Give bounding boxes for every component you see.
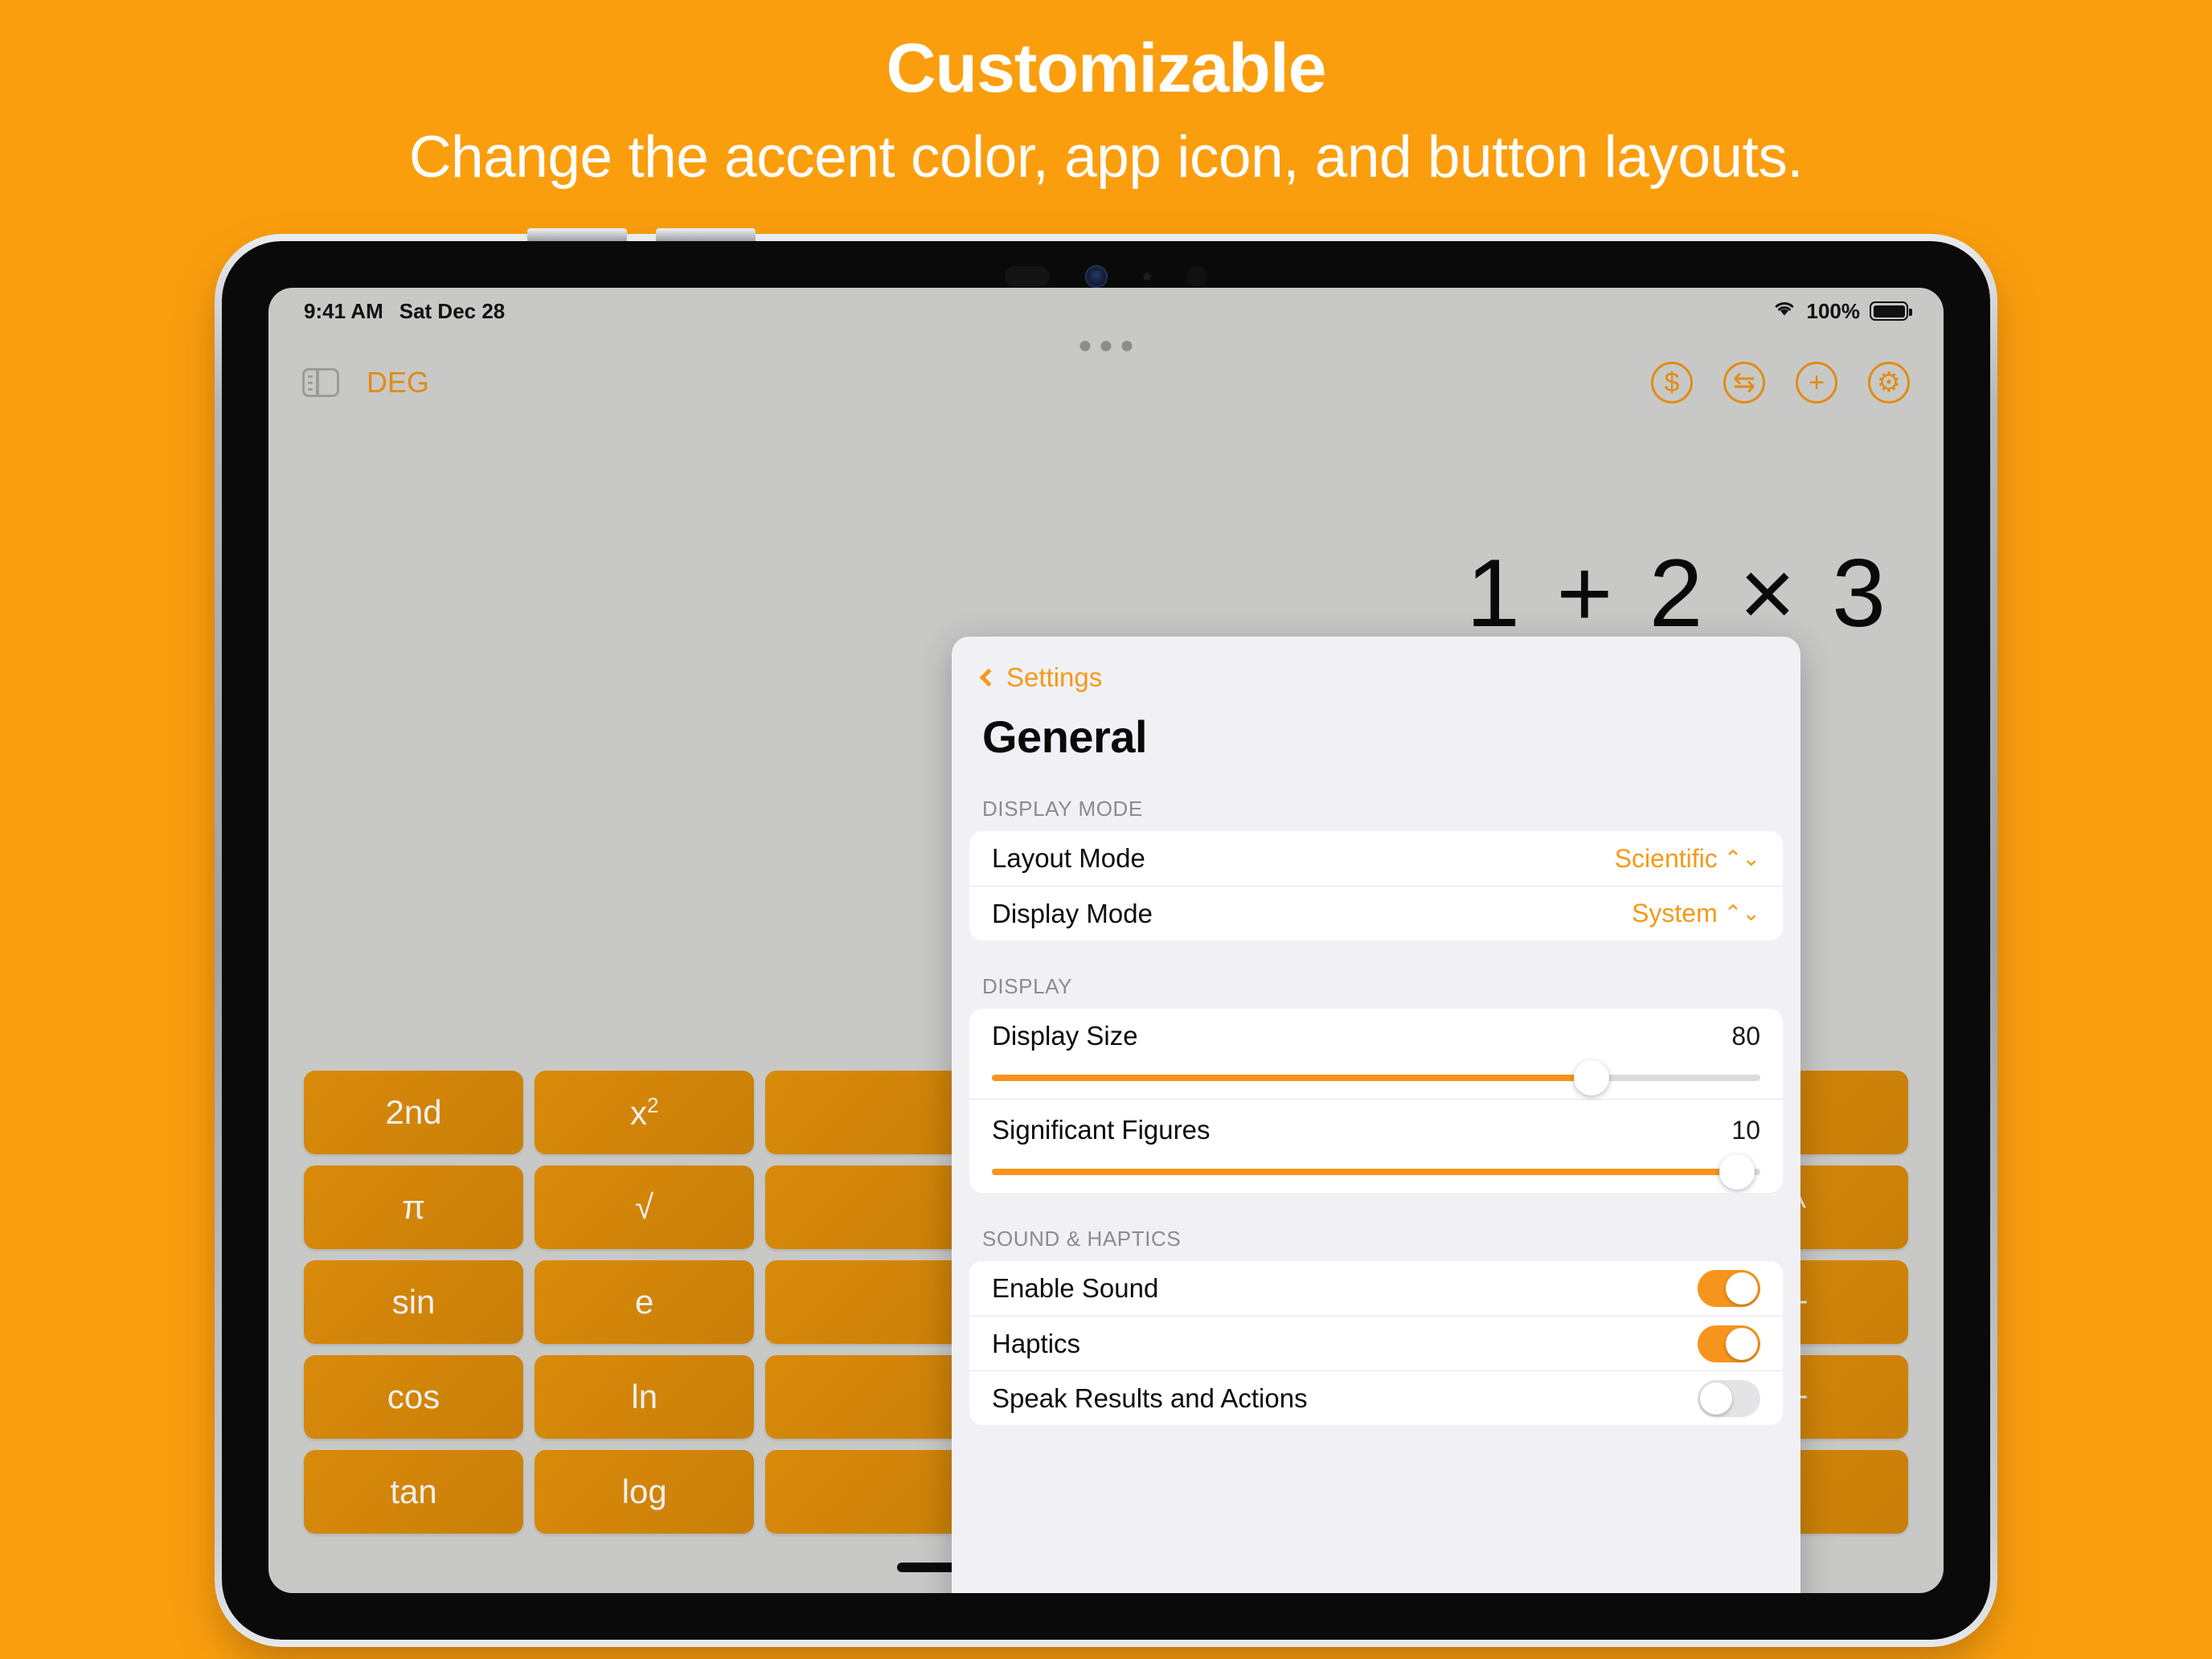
battery-icon xyxy=(1870,301,1912,321)
slider-track[interactable] xyxy=(992,1154,1760,1190)
status-bar: 9:41 AM Sat Dec 28 100% xyxy=(268,288,1944,334)
slider-fill xyxy=(992,1169,1738,1175)
face-id-sensor-icon xyxy=(1186,266,1207,287)
row-label: Speak Results and Actions xyxy=(992,1382,1308,1413)
toggle-speak-results[interactable] xyxy=(1698,1379,1760,1417)
key-e[interactable]: e xyxy=(535,1260,755,1344)
ipad-device: 9:41 AM Sat Dec 28 100% DEG $ ⇆ + ⚙ 1 + … xyxy=(215,228,1997,1647)
key-sqrt[interactable]: √ xyxy=(535,1165,755,1249)
promo-subtitle: Change the accent color, app icon, and b… xyxy=(408,125,1804,190)
back-button-label: Settings xyxy=(1006,662,1103,692)
toggle-enable-sound[interactable] xyxy=(1698,1270,1760,1307)
display-mode-card: Layout Mode Scientific ⌃⌄ Display Mode S… xyxy=(969,831,1783,940)
status-date: Sat Dec 28 xyxy=(399,298,506,323)
plus-icon[interactable]: + xyxy=(1796,362,1837,403)
section-header-display: DISPLAY xyxy=(982,974,1073,998)
slider-knob[interactable] xyxy=(1719,1154,1755,1190)
app-toolbar: DEG $ ⇆ + ⚙ xyxy=(268,346,1944,420)
slider-track[interactable] xyxy=(992,1060,1760,1096)
display-card: Display Size 80 Significant Figures 10 xyxy=(969,1009,1783,1193)
slider-value: 80 xyxy=(1731,1021,1760,1051)
gear-icon[interactable]: ⚙ xyxy=(1868,362,1910,403)
key-pi[interactable]: π xyxy=(304,1165,524,1249)
row-speak-results[interactable]: Speak Results and Actions xyxy=(969,1370,1783,1425)
front-camera-icon xyxy=(1085,265,1108,288)
slider-label: Display Size xyxy=(992,1021,1138,1051)
section-header-sound-haptics: SOUND & HAPTICS xyxy=(982,1227,1182,1251)
row-value-group[interactable]: System ⌃⌄ xyxy=(1632,899,1760,928)
key-cos[interactable]: cos xyxy=(304,1355,524,1439)
row-enable-sound[interactable]: Enable Sound xyxy=(969,1261,1783,1316)
ambient-sensor-icon xyxy=(1143,272,1151,281)
page-title: General xyxy=(982,711,1148,762)
convert-arrows-icon[interactable]: ⇆ xyxy=(1723,362,1765,403)
sound-haptics-card: Enable Sound Haptics Speak Results and A… xyxy=(969,1261,1783,1425)
row-label: Layout Mode xyxy=(992,843,1145,873)
chevron-left-icon xyxy=(979,668,998,687)
slider-value: 10 xyxy=(1731,1115,1760,1145)
row-value: System xyxy=(1632,899,1718,928)
key-tan[interactable]: tan xyxy=(304,1450,524,1534)
chevron-up-down-icon: ⌃⌄ xyxy=(1723,846,1760,870)
row-haptics[interactable]: Haptics xyxy=(969,1316,1783,1370)
promo-header: Customizable Change the accent color, ap… xyxy=(0,0,2212,191)
volume-down-button[interactable] xyxy=(656,228,756,241)
row-layout-mode[interactable]: Layout Mode Scientific ⌃⌄ xyxy=(969,831,1783,886)
ipad-screen: 9:41 AM Sat Dec 28 100% DEG $ ⇆ + ⚙ 1 + … xyxy=(268,288,1944,1593)
row-label: Display Mode xyxy=(992,898,1153,928)
promo-title: Customizable xyxy=(886,30,1326,107)
chevron-up-down-icon: ⌃⌄ xyxy=(1723,901,1760,925)
row-label: Haptics xyxy=(992,1328,1081,1358)
key-log[interactable]: log xyxy=(535,1450,755,1534)
battery-percent: 100% xyxy=(1806,298,1861,323)
key-sin[interactable]: sin xyxy=(304,1260,524,1344)
back-button[interactable]: Settings xyxy=(952,662,1800,693)
dollar-icon[interactable]: $ xyxy=(1651,362,1693,403)
row-label: Enable Sound xyxy=(992,1273,1159,1303)
slider-fill xyxy=(992,1075,1591,1081)
key-x-squared[interactable]: x2 xyxy=(535,1071,755,1154)
key-2nd[interactable]: 2nd xyxy=(304,1071,524,1154)
sensor-lozenge-icon xyxy=(1005,266,1050,287)
settings-modal: Settings General DISPLAY MODE Layout Mod… xyxy=(952,637,1800,1593)
status-time: 9:41 AM xyxy=(304,298,383,323)
row-display-mode[interactable]: Display Mode System ⌃⌄ xyxy=(969,886,1783,940)
section-header-display-mode: DISPLAY MODE xyxy=(982,797,1143,821)
key-ln[interactable]: ln xyxy=(535,1355,755,1439)
sidebar-toggle-icon[interactable] xyxy=(302,368,339,397)
slider-display-size[interactable]: Display Size 80 xyxy=(969,1009,1783,1099)
slider-knob[interactable] xyxy=(1573,1060,1609,1096)
toggle-haptics[interactable] xyxy=(1698,1325,1760,1362)
wifi-icon xyxy=(1772,299,1797,324)
row-value: Scientific xyxy=(1614,843,1718,873)
slider-label: Significant Figures xyxy=(992,1115,1210,1145)
angle-mode-label[interactable]: DEG xyxy=(367,366,429,399)
volume-up-button[interactable] xyxy=(527,228,627,241)
slider-significant-figures[interactable]: Significant Figures 10 xyxy=(969,1099,1783,1193)
row-value-group[interactable]: Scientific ⌃⌄ xyxy=(1615,844,1760,874)
